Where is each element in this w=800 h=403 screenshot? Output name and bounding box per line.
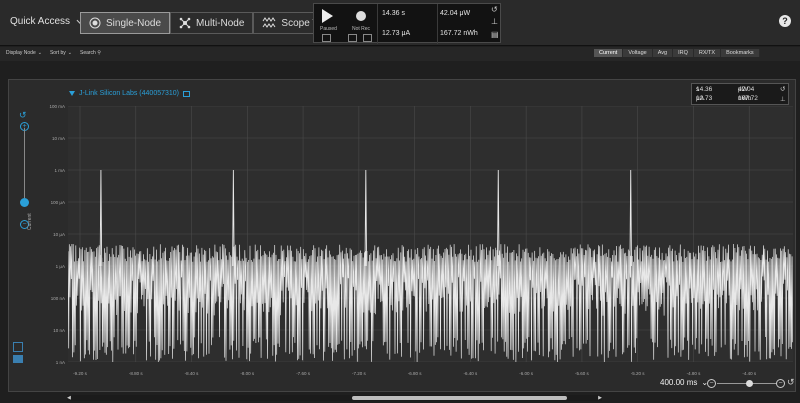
x-tick-label: -6.00 s <box>519 371 534 376</box>
y-tick-label: 10 nA <box>53 328 65 333</box>
scope-view-icon <box>262 17 276 28</box>
record-icon[interactable] <box>356 11 366 21</box>
x-tick-label: -6.40 s <box>464 371 479 376</box>
checkbox-icon[interactable] <box>348 34 357 42</box>
reset-icon[interactable]: ↺ <box>491 5 498 14</box>
x-tick-label: -8.40 s <box>185 371 200 376</box>
current-value: 12.73 μA <box>382 30 411 37</box>
current-spike <box>629 169 632 267</box>
chart-icon[interactable] <box>363 34 372 42</box>
single-node-icon <box>89 17 101 29</box>
x-tick-label: -4.40 s <box>742 371 757 376</box>
search-icon: ⚲ <box>97 50 101 56</box>
x-tick-label: -7.20 s <box>352 371 367 376</box>
node-reset-icon[interactable]: ↺ <box>780 85 785 93</box>
y-tick-label: 100 μA <box>51 200 65 205</box>
plot-svg <box>68 106 793 362</box>
timebase-control[interactable]: 400.00 ms ⌄ <box>660 378 708 387</box>
tab-bookmarks[interactable]: Bookmarks <box>721 49 760 57</box>
time-zoom-in-icon[interactable]: − <box>776 379 785 388</box>
quick-access-menu[interactable]: Quick Access <box>10 15 87 27</box>
time-value: 14.36 s <box>382 10 405 17</box>
y-tick-label: 100 nA <box>51 296 65 301</box>
y-tick-label: 10 mA <box>52 136 65 141</box>
x-tick-label: -5.20 s <box>631 371 646 376</box>
single-node-button[interactable]: Single-Node <box>80 12 171 34</box>
x-tick-label: -4.80 s <box>687 371 702 376</box>
time-reset-icon[interactable]: ↺ <box>787 377 795 388</box>
time-zoom-thumb[interactable] <box>746 380 753 387</box>
y-tick-label: 1 mA <box>54 168 65 173</box>
x-tick-label: -8.80 s <box>129 371 144 376</box>
search-button[interactable]: Search ⚲ <box>80 50 101 56</box>
node-stats-box: 14.36 s 42.04 μW 12.73 μA 167.72 nWh ↺ ⊥ <box>691 83 789 105</box>
y-tick-label: 1 μA <box>56 264 65 269</box>
top-toolbar: Quick Access Single-Node Multi-Node Scop… <box>0 0 800 46</box>
x-tick-label: -9.20 s <box>73 371 88 376</box>
multi-node-label: Multi-Node <box>196 17 245 29</box>
stats-icon[interactable]: ⊥ <box>491 17 498 26</box>
x-tick-label: -5.60 s <box>575 371 590 376</box>
view-tabs: Current Voltage Avg IRQ RX/TX Bookmarks <box>594 49 760 57</box>
current-spike <box>99 169 103 267</box>
tab-avg[interactable]: Avg <box>652 49 674 57</box>
time-zoom-slider[interactable] <box>717 380 777 387</box>
not-rec-label: Not Rec <box>352 26 371 32</box>
tab-irq[interactable]: IRQ <box>673 49 694 57</box>
multi-node-icon <box>179 17 191 29</box>
view-mode-switcher: Single-Node Multi-Node Scope View <box>80 12 344 34</box>
menu-icon[interactable]: ▤ <box>491 30 499 39</box>
export-icon[interactable] <box>322 34 331 42</box>
multi-node-button[interactable]: Multi-Node <box>170 12 254 34</box>
current-spike <box>497 169 500 267</box>
horizontal-scrollbar[interactable]: ◀ ▶ <box>67 395 602 401</box>
device-info-icon[interactable] <box>183 90 191 97</box>
energy-value: 167.72 nWh <box>440 30 478 37</box>
timebase-value: 400.00 ms <box>660 378 698 387</box>
energy-profiler-window: Quick Access Single-Node Multi-Node Scop… <box>0 0 800 403</box>
collapse-triangle-icon[interactable] <box>69 91 75 96</box>
x-tick-label: -6.80 s <box>408 371 423 376</box>
time-zoom-out-icon[interactable]: − <box>707 379 716 388</box>
tab-current[interactable]: Current <box>594 49 624 57</box>
y-tick-label: 10 μA <box>53 232 65 237</box>
play-icon[interactable] <box>322 9 333 23</box>
node-stats-icon[interactable]: ⊥ <box>780 95 786 103</box>
node-chart-panel: J-Link Silicon Labs (440057310) 14.36 s … <box>8 79 796 392</box>
y-tick-label: 1 nA <box>56 360 65 365</box>
filter-bar: Display Node Sort by Search ⚲ Current Vo… <box>0 47 800 61</box>
display-node-dropdown[interactable]: Display Node <box>6 50 42 56</box>
power-value: 42.04 μW <box>440 10 471 17</box>
device-name: J-Link Silicon Labs (440057310) <box>79 90 180 97</box>
help-icon[interactable]: ? <box>779 15 791 27</box>
device-header[interactable]: J-Link Silicon Labs (440057310) <box>69 90 191 97</box>
recording-status-panel: Paused Not Rec 14.36 s 12.73 μA 42.04 μW… <box>313 3 501 44</box>
tab-voltage[interactable]: Voltage <box>623 49 653 57</box>
single-node-label: Single-Node <box>106 17 162 29</box>
current-trace <box>68 243 793 362</box>
scroll-thumb[interactable] <box>352 396 567 400</box>
scroll-right-icon[interactable]: ▶ <box>598 395 602 401</box>
quick-access-label: Quick Access <box>10 16 71 27</box>
scroll-left-icon[interactable]: ◀ <box>67 395 71 401</box>
y-tick-label: 100 mA <box>49 104 65 109</box>
sort-by-dropdown[interactable]: Sort by <box>50 50 72 56</box>
y-axis-ticks: 100 mA 10 mA 1 mA 100 μA 10 μA 1 μA 100 nA 10 n… <box>49 104 65 365</box>
divider <box>437 4 438 44</box>
x-tick-label: -7.60 s <box>296 371 311 376</box>
tab-rxtx[interactable]: RX/TX <box>693 49 722 57</box>
divider <box>377 4 378 44</box>
x-tick-label: -8.00 s <box>240 371 255 376</box>
current-plot[interactable] <box>68 106 793 362</box>
paused-label: Paused <box>320 26 337 32</box>
